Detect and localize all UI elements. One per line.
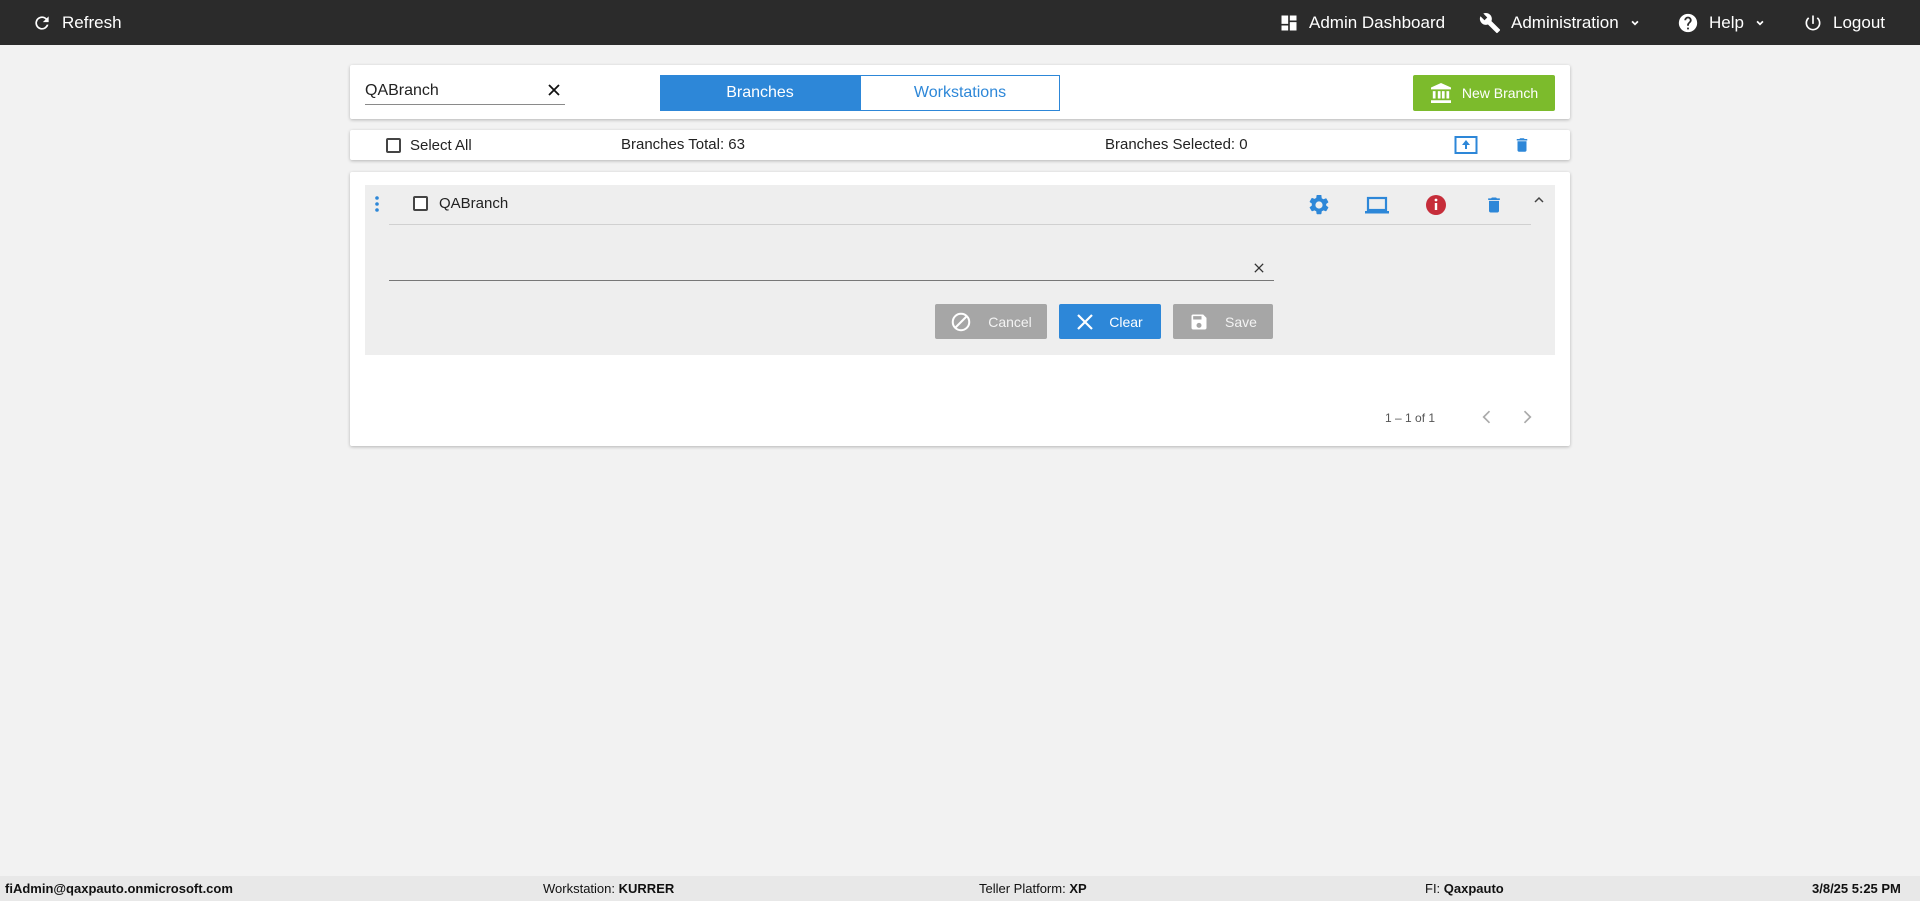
logout-button[interactable]: Logout — [1803, 0, 1885, 45]
refresh-button[interactable]: Refresh — [32, 0, 122, 45]
administration-label: Administration — [1511, 12, 1619, 32]
branch-info-button[interactable] — [1424, 193, 1448, 222]
new-branch-button[interactable]: New Branch — [1413, 75, 1555, 111]
branch-checkbox[interactable] — [413, 196, 428, 211]
administration-menu[interactable]: Administration — [1479, 0, 1641, 45]
upload-icon — [1454, 136, 1478, 154]
tab-workstations[interactable]: Workstations — [860, 75, 1060, 111]
clear-search-button[interactable] — [545, 81, 563, 99]
chevron-up-icon — [1534, 196, 1544, 203]
admin-dashboard-link[interactable]: Admin Dashboard — [1279, 0, 1445, 45]
branch-name: QABranch — [439, 195, 509, 212]
cancel-icon — [951, 312, 971, 331]
status-bar: fiAdmin@qaxpauto.onmicrosoft.com Worksta… — [0, 876, 1920, 901]
trash-icon — [1488, 197, 1500, 213]
branch-delete-button[interactable] — [1484, 193, 1504, 222]
help-icon — [1678, 13, 1698, 32]
pagination-range: 1 – 1 of 1 — [1385, 411, 1436, 425]
branches-total: Branches Total: 63 — [621, 136, 745, 153]
status-user: fiAdmin@qaxpauto.onmicrosoft.com — [5, 881, 233, 896]
previous-page-button[interactable] — [1477, 407, 1497, 432]
close-icon — [548, 84, 560, 96]
branch-row-header: QABranch — [389, 185, 1531, 225]
branch-search-field — [365, 79, 565, 105]
chevron-down-icon — [1756, 20, 1764, 26]
chevron-down-icon — [1631, 20, 1639, 26]
status-fi: FI: Qaxpauto — [1425, 881, 1504, 896]
export-button[interactable] — [1454, 134, 1478, 161]
clear-label: Clear — [1109, 313, 1143, 330]
next-page-button[interactable] — [1517, 407, 1537, 432]
tab-branches[interactable]: Branches — [660, 75, 860, 111]
close-icon — [1077, 313, 1094, 330]
power-icon — [1805, 15, 1821, 30]
chevron-right-icon — [1523, 410, 1532, 424]
admin-dashboard-label: Admin Dashboard — [1309, 12, 1446, 32]
wrench-icon — [1479, 12, 1501, 33]
save-button[interactable]: Save — [1173, 304, 1273, 339]
drag-handle-icon[interactable] — [375, 196, 379, 217]
clear-edit-button[interactable] — [1250, 259, 1268, 277]
branch-search-input[interactable] — [365, 79, 535, 103]
laptop-icon — [1365, 196, 1389, 214]
branch-edit-input[interactable] — [389, 253, 1239, 279]
branch-settings-button[interactable] — [1307, 193, 1331, 222]
close-icon — [1254, 263, 1264, 273]
cancel-button[interactable]: Cancel — [935, 304, 1047, 339]
save-icon — [1191, 314, 1207, 329]
bank-icon — [1430, 83, 1451, 103]
branch-list-panel: QABranch Cancel Clear Save 1 – 1 of 1 — [350, 172, 1570, 446]
selection-bar: Select All Branches Total: 63 Branches S… — [350, 130, 1570, 160]
select-all-checkbox[interactable] — [386, 138, 401, 153]
refresh-label: Refresh — [62, 12, 122, 32]
status-workstation: Workstation: KURRER — [543, 881, 675, 896]
status-teller-platform: Teller Platform: XP — [979, 881, 1087, 896]
help-menu[interactable]: Help — [1677, 0, 1766, 45]
branch-edit-field — [389, 253, 1274, 281]
view-toggle: Branches Workstations — [660, 75, 1060, 111]
new-branch-label: New Branch — [1461, 85, 1539, 101]
logout-label: Logout — [1833, 12, 1885, 32]
chevron-left-icon — [1482, 410, 1491, 424]
select-all: Select All — [386, 137, 472, 154]
select-all-label: Select All — [410, 137, 472, 154]
top-nav-bar: Refresh Admin Dashboard Administration H… — [0, 0, 1920, 45]
clear-button[interactable]: Clear — [1059, 304, 1161, 339]
status-datetime: 3/8/25 5:25 PM — [1812, 881, 1901, 896]
search-panel: Branches Workstations New Branch — [350, 65, 1570, 119]
gear-icon — [1309, 194, 1329, 215]
branch-workstations-button[interactable] — [1363, 193, 1391, 222]
cancel-label: Cancel — [988, 313, 1032, 330]
trash-icon — [1516, 138, 1528, 152]
dashboard-icon — [1281, 15, 1297, 30]
save-label: Save — [1225, 313, 1257, 330]
info-icon — [1426, 195, 1446, 215]
collapse-button[interactable] — [1531, 192, 1547, 213]
branch-row: QABranch Cancel Clear Save — [365, 185, 1555, 355]
refresh-icon — [35, 15, 49, 30]
help-label: Help — [1709, 12, 1744, 32]
branches-selected: Branches Selected: 0 — [1105, 136, 1248, 153]
bulk-delete-button[interactable] — [1513, 134, 1531, 161]
